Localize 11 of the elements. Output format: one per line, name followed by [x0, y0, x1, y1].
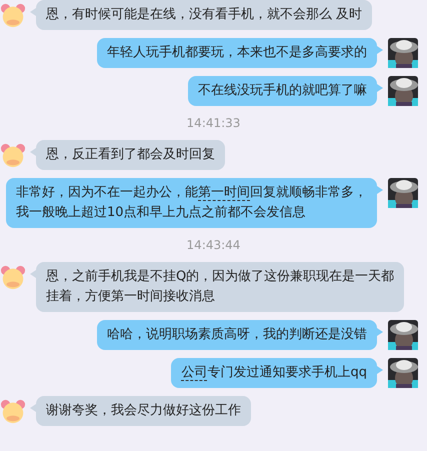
message-text: 哈哈，说明职场素质高呀，我的判断还是没错 [107, 326, 367, 344]
timestamp: 14:41:33 [186, 116, 242, 130]
message-text: 恩，之前手机我是不挂Q的，因为做了这份兼职现在是一天都 挂着，方便第一时间接收消息 [46, 268, 394, 306]
timestamp: 14:43:44 [186, 238, 242, 252]
message-text: 年轻人玩手机都要玩，本来也不是多高要求的 [107, 44, 367, 62]
message-text: 非常好，因为不在一起办公，能第一时间回复就顺畅非常多， 我一般晚上超过10点和早上九点之前都不会发信息 [16, 184, 367, 222]
message-text: 恩，有时候可能是在线，没有看手机，就不会那么 及时 [46, 6, 362, 24]
message-text: 公司专门发过通知要求手机上qq [181, 364, 367, 383]
message-text: 恩，反正看到了都会及时回复 [46, 146, 215, 164]
message-text: 不在线没玩手机的就吧算了嘛 [198, 82, 367, 100]
message-text: 谢谢夸奖，我会尽力做好这份工作 [46, 402, 241, 420]
